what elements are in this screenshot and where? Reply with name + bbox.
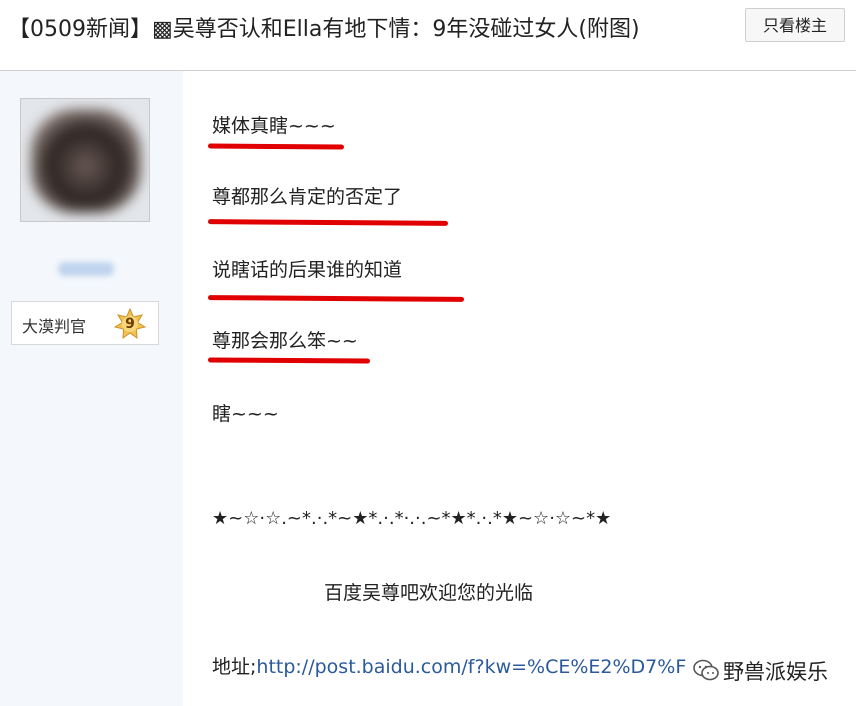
avatar-image-blurred — [31, 109, 141, 213]
watermark: 野兽派娱乐 — [693, 654, 843, 686]
rank-box: 大漠判官 9 — [11, 301, 159, 345]
post-line-2: 尊都那么肯定的否定了 — [212, 186, 403, 208]
post-content: 媒体真瞎~~~ 尊都那么肯定的否定了 说瞎话的后果谁的知道 尊那会那么笨~~ 瞎… — [207, 0, 842, 706]
wechat-icon — [693, 659, 719, 681]
red-underline — [207, 295, 465, 302]
welcome-line: 百度吴尊吧欢迎您的光临 — [324, 582, 534, 604]
address-line: 地址;http://post.baidu.com/f?kw=%CE%E2%D7%… — [212, 652, 686, 679]
address-label: 地址; — [212, 656, 257, 678]
red-underline — [207, 219, 449, 226]
post-line-5: 瞎~~~ — [212, 403, 279, 425]
red-underline — [207, 143, 345, 150]
post-line-3: 说瞎话的后果谁的知道 — [212, 259, 403, 281]
username-blurred[interactable] — [58, 262, 114, 276]
level-badge-icon: 9 — [113, 307, 147, 340]
rank-label: 大漠判官 — [22, 317, 87, 336]
address-link[interactable]: http://post.baidu.com/f?kw=%CE%E2%D7%F — [256, 656, 686, 678]
post-line-4: 尊那会那么笨~~ — [212, 330, 358, 352]
post-line-1: 媒体真瞎~~~ — [212, 115, 336, 137]
avatar[interactable] — [20, 98, 150, 222]
stars-decoration: ★~☆·☆.~*.·.*~★*.·.*·.·.~*★*.·.*★~☆·☆~*★ — [212, 508, 612, 529]
red-underline — [207, 357, 371, 364]
watermark-text: 野兽派娱乐 — [723, 660, 828, 684]
level-number: 9 — [125, 316, 135, 332]
